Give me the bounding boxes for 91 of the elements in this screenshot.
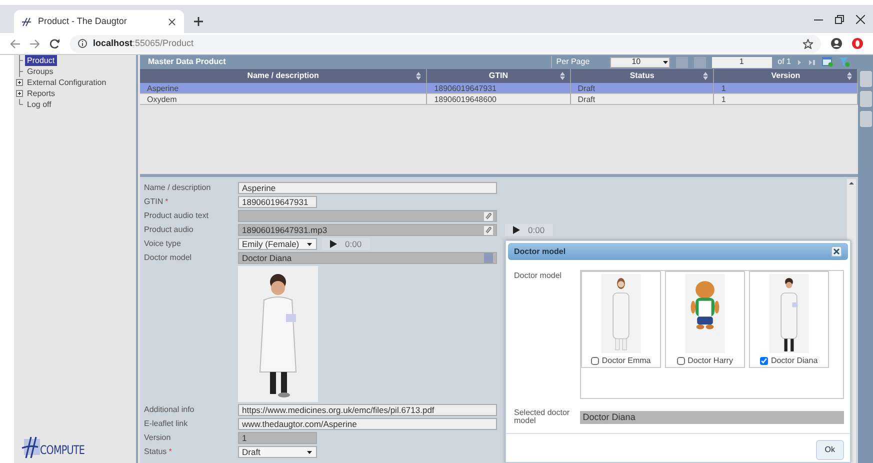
table-cell[interactable]: 1 <box>714 94 858 105</box>
field-label: GTIN <box>144 197 164 206</box>
table-cell[interactable]: 1 <box>714 83 858 94</box>
input-field[interactable]: 18906019647931 <box>238 196 317 208</box>
expand-icon[interactable] <box>16 90 23 97</box>
star-icon[interactable] <box>803 38 813 48</box>
input-field[interactable]: Doctor Diana <box>238 252 497 264</box>
field-label: Doctor model <box>144 253 192 262</box>
address-bar[interactable]: localhost:55065/Product <box>70 34 821 52</box>
logo-icon <box>20 435 40 459</box>
input-field[interactable]: Asperine <box>238 182 497 194</box>
checkbox-label[interactable]: Doctor Emma <box>590 355 651 367</box>
page-field[interactable]: 1 <box>712 56 772 68</box>
account-icon[interactable] <box>831 38 842 49</box>
column-header[interactable]: Version <box>714 69 858 83</box>
paperclip-icon[interactable] <box>484 226 493 234</box>
play-icon[interactable] <box>513 226 520 234</box>
field-label: Doctor model <box>514 270 563 282</box>
per-page-label: Per Page <box>551 56 590 68</box>
field-label: Product audio <box>144 225 194 234</box>
dropdown-icon <box>662 58 669 66</box>
dialog-title: Doctor model <box>514 246 566 258</box>
sort-icon <box>846 72 852 80</box>
play-icon[interactable] <box>330 240 337 248</box>
close-icon[interactable] <box>856 14 865 24</box>
ok-button[interactable]: Ok <box>816 440 844 460</box>
opera-icon[interactable] <box>852 38 863 49</box>
expand-icon[interactable] <box>16 79 23 86</box>
add-window-icon[interactable] <box>822 57 833 67</box>
back-icon[interactable] <box>10 38 20 48</box>
page-count: of 1 <box>778 56 791 68</box>
close-icon[interactable] <box>168 18 176 26</box>
field-label: Additional info <box>144 405 194 414</box>
sort-icon <box>703 72 708 80</box>
table-cell[interactable]: Draft <box>570 83 714 94</box>
sidebar-item[interactable]: Reports <box>25 88 58 99</box>
table-cell[interactable]: Asperine <box>140 83 428 94</box>
checkbox-label[interactable]: Doctor Diana <box>760 355 818 367</box>
table-cell[interactable]: 18906019648600 <box>427 94 571 105</box>
grid-title: Master Data Product <box>148 57 226 66</box>
field-label: Selected doctor model <box>514 409 571 425</box>
option-card[interactable]: Doctor Diana <box>748 271 829 368</box>
column-header[interactable]: GTIN <box>427 69 571 83</box>
dropdown[interactable]: Emily (Female) <box>238 238 317 250</box>
sidebar-item[interactable]: Product <box>25 55 57 66</box>
checkbox[interactable] <box>676 357 685 365</box>
close-icon <box>833 248 840 255</box>
tab-logo-icon <box>22 16 32 26</box>
option-card[interactable]: Doctor Harry <box>664 271 745 368</box>
reload-icon[interactable] <box>50 38 60 48</box>
new-tab-icon[interactable] <box>194 17 203 26</box>
paperclip-icon[interactable] <box>484 212 493 220</box>
table-cell[interactable]: Oxydem <box>140 94 428 105</box>
sort-icon <box>416 72 422 80</box>
sidebar-item[interactable]: External Configuration <box>25 77 108 88</box>
column-header[interactable]: Status <box>570 69 714 83</box>
per-page-select[interactable]: 10 <box>610 56 670 68</box>
browser-tab[interactable]: Product - The Daugtor <box>14 10 184 33</box>
required-mark: * <box>168 447 172 456</box>
checkbox[interactable] <box>590 357 599 365</box>
checkbox[interactable] <box>760 357 768 365</box>
input-field[interactable]: https://www.medicines.org.uk/emc/files/pil.6713.pdf <box>238 404 497 416</box>
required-mark: * <box>165 197 168 206</box>
input-field[interactable]: 1 <box>238 432 317 444</box>
dropdown[interactable]: Draft <box>238 446 317 458</box>
input-field[interactable]: Doctor Diana <box>580 410 844 424</box>
table-cell[interactable]: 18906019647931 <box>427 83 571 94</box>
input-field[interactable]: 18906019647931.mp3 <box>238 224 497 236</box>
checkbox-label[interactable]: Doctor Harry <box>676 355 733 367</box>
sort-icon <box>560 72 565 80</box>
scroll-up-icon[interactable] <box>847 179 856 187</box>
field-label: Status <box>144 447 167 456</box>
field-label: Name / description <box>144 183 211 192</box>
field-label: E-leaflet link <box>144 419 188 428</box>
forward-icon[interactable] <box>30 38 40 48</box>
info-icon <box>78 39 87 48</box>
close-button[interactable] <box>831 246 842 257</box>
input-field[interactable] <box>238 210 497 222</box>
sidebar-item[interactable]: Log off <box>25 99 54 110</box>
logo-text: COMPUTE <box>40 442 84 459</box>
sidebar-item[interactable]: Groups <box>25 66 56 77</box>
input-field[interactable]: www.thedaugtor.com/Asperine <box>238 418 497 430</box>
restore-icon[interactable] <box>835 14 844 24</box>
field-label: Product audio text <box>144 211 208 220</box>
dropdown-icon <box>306 240 313 248</box>
table-cell[interactable]: Draft <box>570 94 714 105</box>
field-label: Version <box>144 433 171 442</box>
dropdown-icon <box>306 448 313 456</box>
column-header[interactable]: Name / description <box>140 69 428 83</box>
option-card[interactable]: Doctor Emma <box>580 271 661 368</box>
field-label: Voice type <box>144 239 181 248</box>
